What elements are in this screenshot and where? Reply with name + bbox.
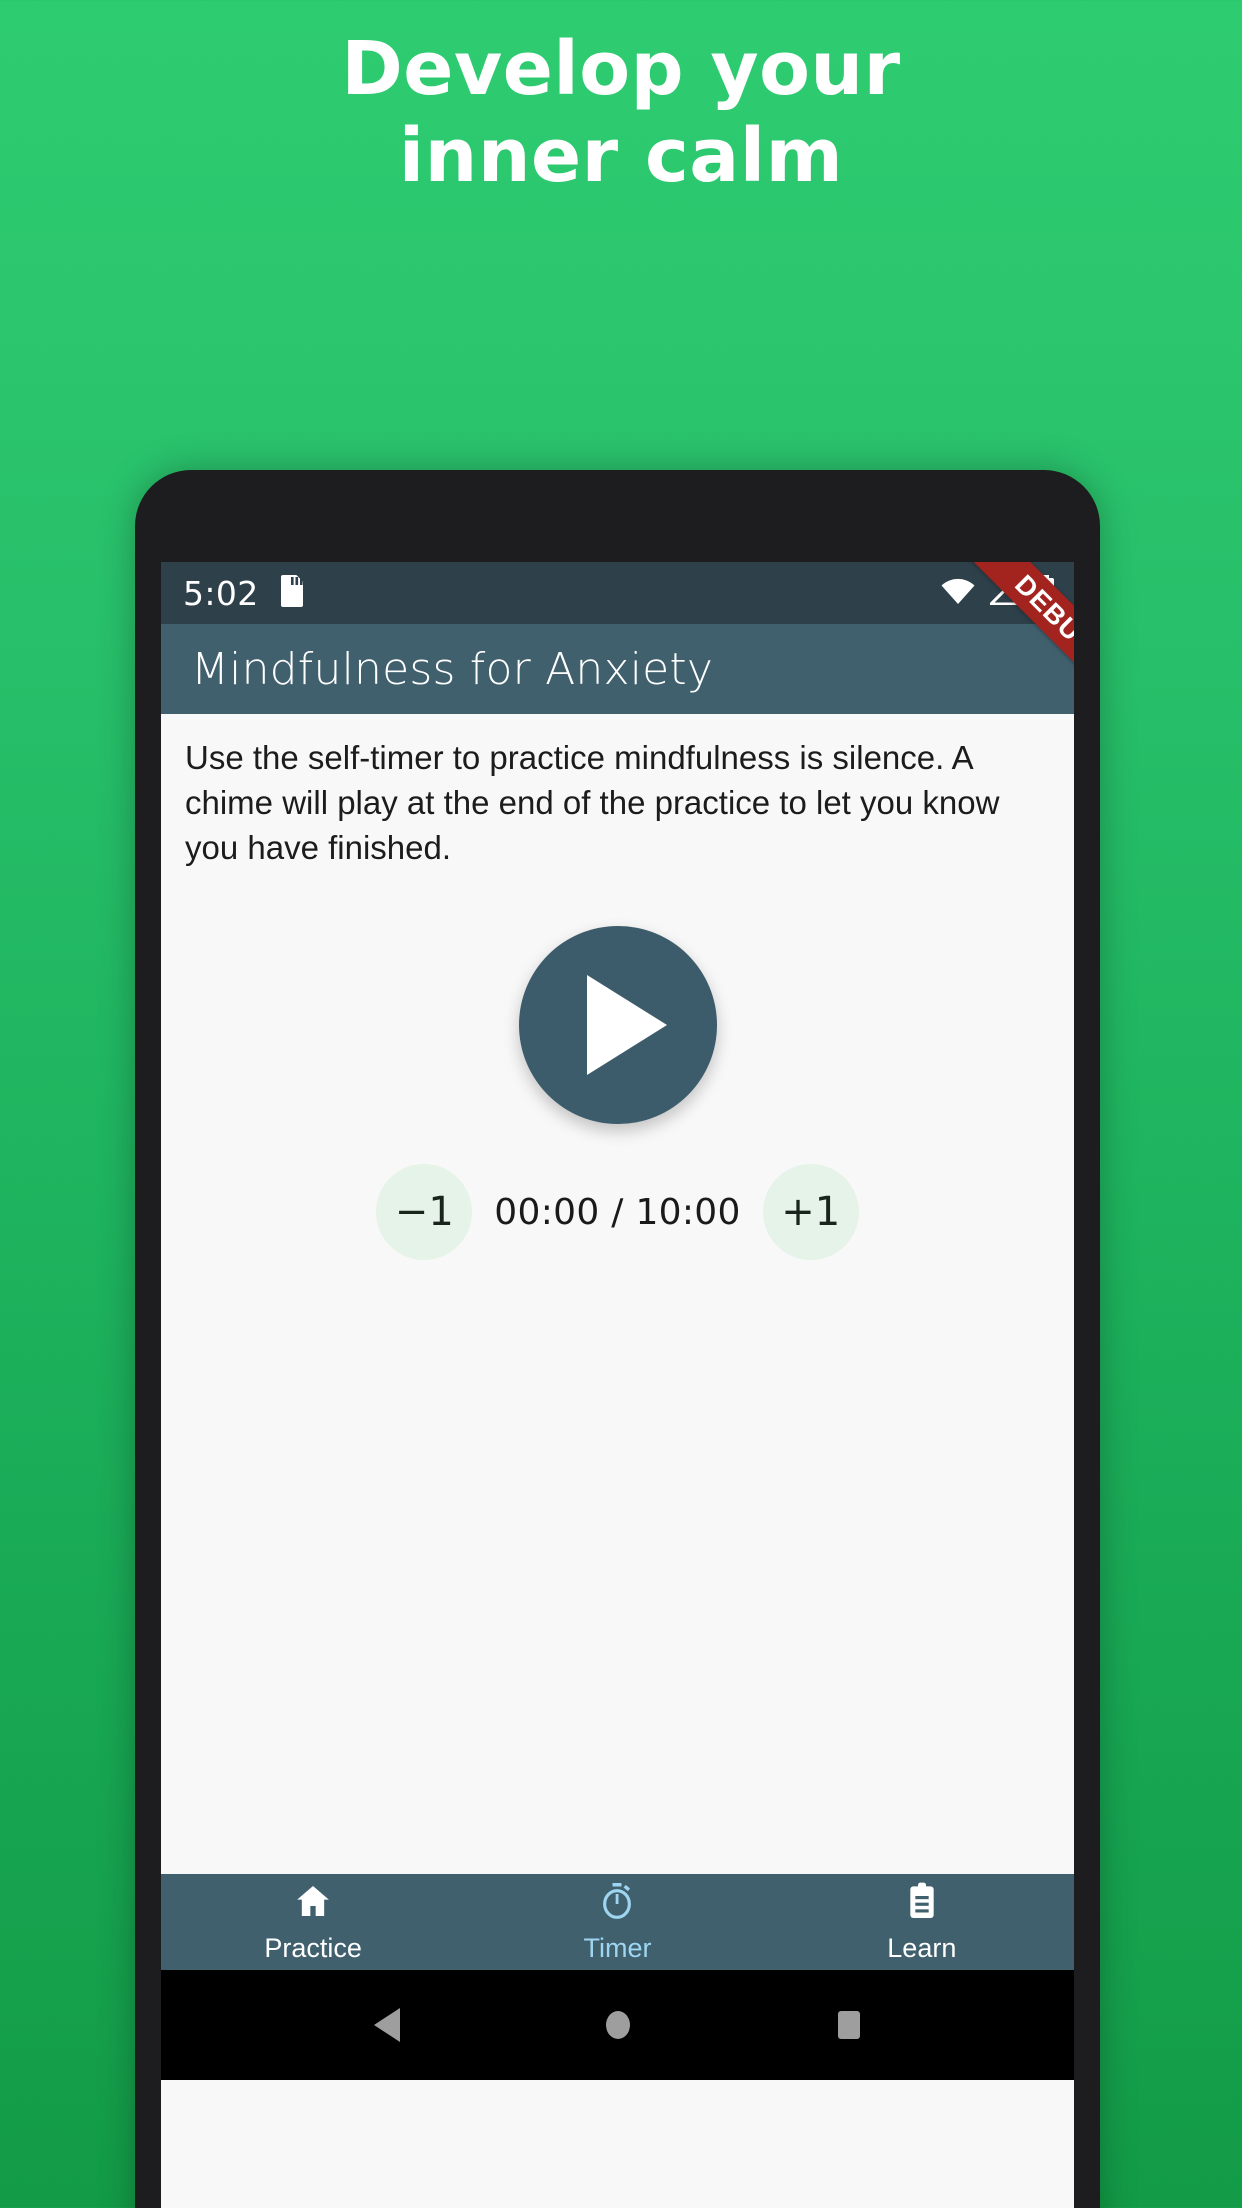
status-bar-left: 5:02 <box>183 574 305 613</box>
play-icon <box>586 975 667 1075</box>
nav-label-timer: Timer <box>583 1932 652 1963</box>
recents-square-icon[interactable] <box>832 2006 866 2044</box>
stopwatch-icon <box>597 1881 637 1926</box>
decrement-minute-button[interactable]: −1 <box>376 1164 473 1260</box>
headline-line-2: inner calm <box>398 112 844 199</box>
nav-label-practice: Practice <box>264 1932 362 1963</box>
headline-line-1: Develop your <box>341 26 901 112</box>
nav-item-learn[interactable]: Learn <box>770 1881 1074 1964</box>
nav-item-practice[interactable]: Practice <box>161 1881 465 1964</box>
status-bar: 5:02 <box>161 562 1074 624</box>
cellular-signal-icon <box>987 573 1020 610</box>
timer-controls-row: −1 00:00 / 10:00 +1 <box>161 1164 1074 1260</box>
home-circle-icon[interactable] <box>601 2006 635 2044</box>
timer-screen-content: Use the self-timer to practice mindfulne… <box>161 714 1074 1874</box>
wifi-icon <box>940 577 976 610</box>
battery-icon <box>1034 574 1056 612</box>
phone-device-frame: 5:02 DEBUG Mindfulness for Anxiety Use t… <box>135 470 1100 2208</box>
phone-screen: 5:02 DEBUG Mindfulness for Anxiety Use t… <box>161 562 1074 2208</box>
android-system-nav <box>161 1970 1074 2080</box>
clipboard-icon <box>902 1881 942 1926</box>
increment-minute-button[interactable]: +1 <box>762 1164 859 1260</box>
nav-label-learn: Learn <box>887 1932 957 1963</box>
nav-item-timer[interactable]: Timer <box>465 1881 769 1964</box>
page-title: Mindfulness for Anxiety <box>191 643 714 695</box>
app-bar: Mindfulness for Anxiety <box>161 624 1074 714</box>
bottom-navigation-bar: Practice Timer Learn <box>161 1874 1074 1970</box>
intro-text: Use the self-timer to practice mindfulne… <box>185 739 1000 866</box>
back-triangle-icon[interactable] <box>370 2006 404 2044</box>
sd-card-icon <box>279 574 305 612</box>
play-button-container <box>161 926 1074 1124</box>
promo-headline: Develop your inner calm <box>0 0 1242 199</box>
play-button[interactable] <box>518 926 717 1124</box>
timer-readout: 00:00 / 10:00 <box>494 1191 741 1233</box>
status-bar-clock: 5:02 <box>183 573 259 613</box>
status-bar-right <box>940 573 1056 612</box>
home-icon <box>293 1881 333 1926</box>
